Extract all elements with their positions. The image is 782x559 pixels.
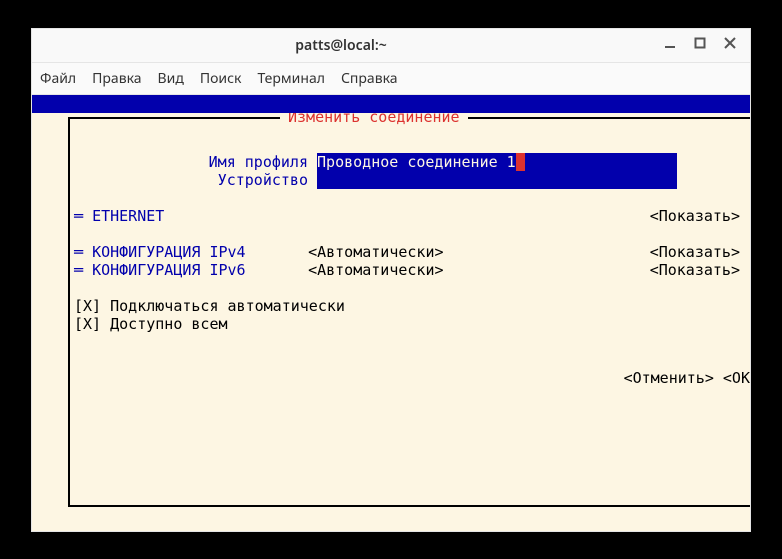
menu-view[interactable]: Вид	[158, 70, 184, 88]
profile-name-value: Проводное соединение 1	[317, 153, 516, 171]
minimize-icon[interactable]	[662, 36, 678, 55]
titlebar: patts@local:~	[32, 29, 750, 63]
window-title: patts@local:~	[32, 37, 650, 55]
menu-search[interactable]: Поиск	[200, 70, 242, 88]
menu-help[interactable]: Справка	[341, 70, 398, 88]
text-cursor	[516, 153, 525, 171]
ethernet-show-button[interactable]: <Показать>	[650, 207, 740, 225]
device-input[interactable]	[317, 171, 677, 189]
cancel-button[interactable]: <Отменить>	[624, 369, 714, 387]
menu-file[interactable]: Файл	[40, 70, 76, 88]
terminal-window: patts@local:~ Файл Правка Вид Поиск Терм…	[31, 28, 751, 532]
ipv4-show-button[interactable]: <Показать>	[650, 243, 740, 261]
ipv6-value[interactable]: <Автоматически>	[308, 261, 668, 279]
ok-button[interactable]: <OK	[723, 369, 750, 387]
terminal-footer-band	[32, 513, 750, 531]
terminal-header-band	[32, 95, 750, 113]
dialog-bottom-border	[68, 505, 750, 507]
section-ethernet[interactable]: ETHERNET	[92, 207, 164, 225]
profile-name-label: Имя профиля	[74, 153, 308, 171]
menubar: Файл Правка Вид Поиск Терминал Справка	[32, 63, 750, 95]
ipv6-show-button[interactable]: <Показать>	[650, 261, 740, 279]
dialog-title: Изменить соединение	[288, 113, 460, 126]
collapse-icon[interactable]: ═	[74, 243, 92, 261]
device-label: Устройство	[74, 171, 308, 189]
profile-name-input[interactable]: Проводное соединение 1	[317, 153, 677, 171]
section-ipv6[interactable]: КОНФИГУРАЦИЯ IPv6	[92, 261, 308, 279]
checkbox-available-all[interactable]: [X] Доступно всем	[74, 315, 750, 333]
checkbox-auto-connect[interactable]: [X] Подключаться автоматически	[74, 297, 750, 315]
menu-edit[interactable]: Правка	[92, 70, 141, 88]
window-controls	[650, 36, 750, 55]
menu-terminal[interactable]: Терминал	[257, 70, 325, 88]
maximize-icon[interactable]	[692, 36, 708, 55]
terminal-body: Изменить соединение Имя профиля Проводно…	[32, 113, 750, 513]
dialog-top-border: Изменить соединение	[68, 117, 750, 135]
collapse-icon[interactable]: ═	[74, 207, 92, 225]
close-icon[interactable]	[722, 36, 738, 55]
collapse-icon[interactable]: ═	[74, 261, 92, 279]
section-ipv4[interactable]: КОНФИГУРАЦИЯ IPv4	[92, 243, 308, 261]
ipv4-value[interactable]: <Автоматически>	[308, 243, 668, 261]
